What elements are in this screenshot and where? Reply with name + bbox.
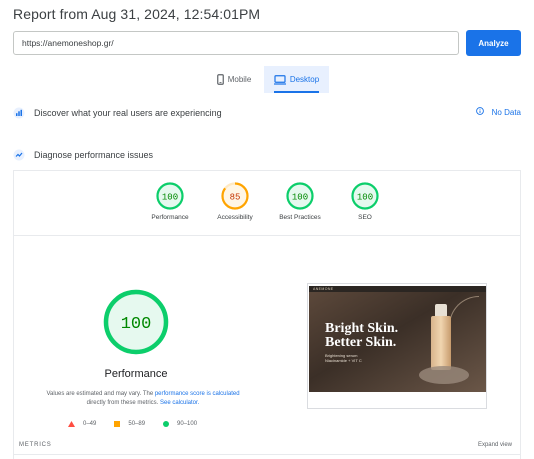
- field-data-icon: [13, 107, 25, 119]
- tab-desktop[interactable]: Desktop: [264, 66, 329, 93]
- metrics-divider: [13, 454, 521, 455]
- no-data-status[interactable]: No Data: [475, 107, 521, 117]
- preview-subtext: Brightening serum Niacinamide + VIT C: [325, 353, 362, 363]
- performance-big-value: 100: [121, 315, 152, 334]
- preview-navbar: ANEMONE: [309, 286, 486, 292]
- gauge-best-practices[interactable]: 100 Best Practices: [270, 181, 330, 221]
- performance-note: Values are estimated and may vary. The p…: [30, 390, 256, 408]
- performance-title: Performance: [104, 368, 168, 380]
- preview-twig: [449, 296, 479, 336]
- score-legend: 0–49 50–89 90–100: [68, 421, 197, 427]
- analyze-button[interactable]: Analyze: [466, 30, 521, 56]
- preview-image: ANEMONE Bright Skin. Better Skin. Bright…: [309, 286, 486, 392]
- gauge-seo-ring: 100: [351, 182, 379, 210]
- square-icon: [114, 421, 121, 427]
- tab-desktop-label: Desktop: [289, 75, 320, 84]
- card-divider: [13, 235, 521, 236]
- gauge-performance-value: 100: [162, 192, 178, 202]
- performance-big-ring: 100: [103, 289, 169, 355]
- preview-stone: [419, 366, 469, 384]
- url-input[interactable]: [13, 31, 459, 55]
- gauge-best-practices-ring: 100: [286, 182, 314, 210]
- gauge-seo-label: SEO: [358, 214, 372, 221]
- gauge-seo-value: 100: [357, 192, 373, 202]
- legend-average: 50–89: [114, 421, 145, 427]
- gauge-best-practices-value: 100: [292, 192, 308, 202]
- legend-fail-label: 0–49: [83, 421, 97, 427]
- expand-view-button[interactable]: Expand view: [478, 442, 512, 448]
- preview-headline-2: Better Skin.: [325, 335, 397, 350]
- field-data-label: Discover what your real users are experi…: [34, 108, 222, 118]
- performance-score-link[interactable]: performance score is calculated: [155, 391, 240, 397]
- gauge-accessibility[interactable]: 85 Accessibility: [205, 181, 265, 221]
- legend-pass: 90–100: [163, 421, 197, 427]
- diagnose-label: Diagnose performance issues: [34, 150, 154, 160]
- gauge-accessibility-value: 85: [230, 192, 241, 202]
- preview-bottle: [431, 316, 451, 370]
- legend-pass-label: 90–100: [177, 421, 198, 427]
- preview-brand: ANEMONE: [313, 287, 334, 291]
- diagnose-section[interactable]: Diagnose performance issues: [13, 148, 521, 162]
- gauge-performance[interactable]: 100 Performance: [140, 181, 200, 221]
- page-screenshot-preview: ANEMONE Bright Skin. Better Skin. Bright…: [307, 283, 487, 409]
- no-data-label: No Data: [491, 107, 521, 117]
- mobile-icon: [216, 74, 224, 85]
- legend-fail: 0–49: [68, 421, 96, 427]
- desktop-icon: [273, 74, 286, 85]
- triangle-icon: [68, 421, 75, 427]
- gauge-seo[interactable]: 100 SEO: [335, 181, 395, 221]
- see-calculator-link[interactable]: See calculator.: [160, 400, 199, 406]
- tab-mobile[interactable]: Mobile: [208, 66, 260, 93]
- preview-headline-1: Bright Skin.: [325, 321, 399, 336]
- page-title: Report from Aug 31, 2024, 12:54:01PM: [13, 6, 261, 22]
- performance-note-text: Values are estimated and may vary. The: [46, 391, 155, 397]
- diagnose-icon: [13, 149, 25, 161]
- legend-average-label: 50–89: [128, 421, 146, 427]
- tab-mobile-label: Mobile: [227, 75, 252, 84]
- gauge-accessibility-label: Accessibility: [217, 214, 253, 221]
- preview-headline: Bright Skin. Better Skin.: [325, 322, 398, 350]
- field-data-section[interactable]: Discover what your real users are experi…: [13, 106, 521, 120]
- preview-sub-2: Niacinamide + VIT C: [325, 358, 362, 363]
- gauge-performance-label: Performance: [151, 214, 189, 221]
- gauge-accessibility-ring: 85: [221, 182, 249, 210]
- performance-note-text-2: directly from these metrics.: [86, 400, 160, 406]
- gauge-performance-ring: 100: [156, 182, 184, 210]
- performance-big-gauge: 100: [102, 288, 170, 361]
- circle-icon: [163, 421, 170, 427]
- info-icon: [475, 107, 484, 117]
- gauge-best-practices-label: Best Practices: [279, 214, 321, 221]
- metrics-heading: METRICS: [19, 442, 52, 448]
